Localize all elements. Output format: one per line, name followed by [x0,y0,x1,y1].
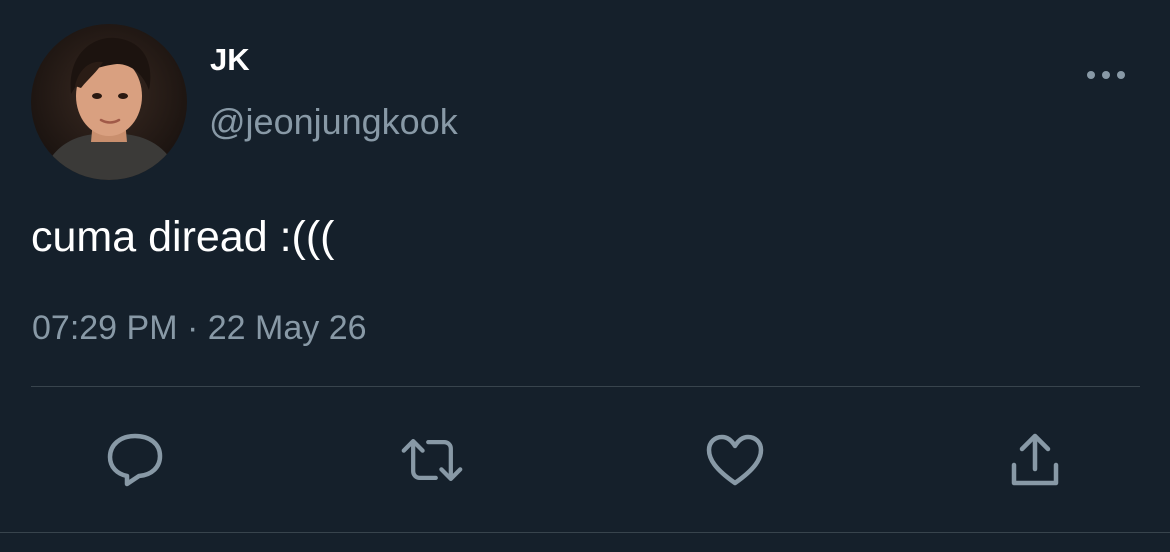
tweet-time: 07:29 PM [32,309,178,347]
like-button[interactable] [703,428,767,492]
retweet-icon [401,439,463,481]
ellipsis-icon [1087,71,1125,79]
tweet-date: 22 May 26 [207,309,367,347]
display-name[interactable]: JK [210,42,250,78]
more-options-button[interactable] [1082,58,1130,92]
comment-icon [107,433,163,487]
meta-separator: · [177,309,208,347]
heart-icon [706,434,764,486]
reply-button[interactable] [103,428,167,492]
divider [0,532,1170,533]
retweet-button[interactable] [400,428,464,492]
profile-photo [31,24,187,180]
share-button[interactable] [1003,428,1067,492]
tweet-detail: JK @jeonjungkook cuma diread :((( 07:29 … [0,0,1170,552]
avatar[interactable] [31,24,187,180]
tweet-text: cuma diread :((( [31,213,335,261]
handle[interactable]: @jeonjungkook [209,101,458,143]
share-icon [1011,433,1059,486]
divider [31,386,1140,387]
tweet-timestamp[interactable]: 07:29 PM · 22 May 26 [32,307,367,349]
